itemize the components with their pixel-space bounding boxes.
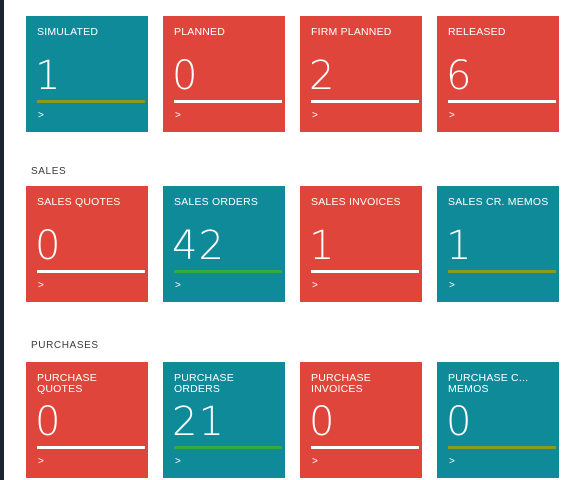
tile-count: 0 xyxy=(35,223,62,269)
tile-count: 0 xyxy=(172,53,199,99)
tile-sales-cr-memos[interactable]: SALES CR. MEMOS 1 > xyxy=(437,186,559,302)
tile-planned[interactable]: PLANNED 0 > xyxy=(163,16,285,132)
tile-label: PURCHASE QUOTES xyxy=(37,372,97,395)
tile-purchase-quotes[interactable]: PURCHASE QUOTES 0 > xyxy=(26,362,148,478)
tile-purchase-cr-memos[interactable]: PURCHASE C... MEMOS 0 > xyxy=(437,362,559,478)
drilldown-arrow-icon[interactable]: > xyxy=(449,281,455,291)
tile-count: 21 xyxy=(172,399,225,445)
tile-indicator-bar xyxy=(174,100,282,103)
tile-label: FIRM PLANNED xyxy=(311,26,392,38)
tile-indicator-bar xyxy=(448,100,556,103)
tile-label: SIMULATED xyxy=(37,26,99,38)
cue-panel: SIMULATED 1 > PLANNED 0 > FIRM PLANNED 2… xyxy=(4,0,568,480)
drilldown-arrow-icon[interactable]: > xyxy=(175,457,181,467)
tile-indicator-bar xyxy=(448,446,556,449)
tile-indicator-bar xyxy=(311,446,419,449)
tile-simulated[interactable]: SIMULATED 1 > xyxy=(26,16,148,132)
tile-purchase-orders[interactable]: PURCHASE ORDERS 21 > xyxy=(163,362,285,478)
tile-sales-invoices[interactable]: SALES INVOICES 1 > xyxy=(300,186,422,302)
drilldown-arrow-icon[interactable]: > xyxy=(38,457,44,467)
drilldown-arrow-icon[interactable]: > xyxy=(175,281,181,291)
drilldown-arrow-icon[interactable]: > xyxy=(38,281,44,291)
tile-released[interactable]: RELEASED 6 > xyxy=(437,16,559,132)
tile-count: 0 xyxy=(35,399,62,445)
tile-indicator-bar xyxy=(311,100,419,103)
tile-label: PURCHASE C... MEMOS xyxy=(448,372,529,395)
tile-indicator-bar xyxy=(37,270,145,273)
tile-purchase-invoices[interactable]: PURCHASE INVOICES 0 > xyxy=(300,362,422,478)
group-title-purchases: PURCHASES xyxy=(31,340,99,351)
tile-sales-quotes[interactable]: SALES QUOTES 0 > xyxy=(26,186,148,302)
tile-label: SALES QUOTES xyxy=(37,196,121,208)
tile-indicator-bar xyxy=(37,100,145,103)
tile-label: PURCHASE INVOICES xyxy=(311,372,371,395)
tile-count: 6 xyxy=(446,53,473,99)
tile-label: PURCHASE ORDERS xyxy=(174,372,234,395)
drilldown-arrow-icon[interactable]: > xyxy=(449,457,455,467)
tile-count: 2 xyxy=(309,53,336,99)
tile-count: 0 xyxy=(309,399,336,445)
tile-count: 1 xyxy=(35,53,62,99)
tile-indicator-bar xyxy=(174,270,282,273)
drilldown-arrow-icon[interactable]: > xyxy=(312,111,318,121)
drilldown-arrow-icon[interactable]: > xyxy=(175,111,181,121)
drilldown-arrow-icon[interactable]: > xyxy=(449,111,455,121)
tile-indicator-bar xyxy=(37,446,145,449)
tile-count: 1 xyxy=(446,223,473,269)
tile-indicator-bar xyxy=(448,270,556,273)
tile-label: SALES ORDERS xyxy=(174,196,259,208)
tile-label: RELEASED xyxy=(448,26,506,38)
tile-count: 1 xyxy=(309,223,336,269)
tile-firm-planned[interactable]: FIRM PLANNED 2 > xyxy=(300,16,422,132)
tile-count: 42 xyxy=(172,223,225,269)
tile-count: 0 xyxy=(446,399,473,445)
tile-label: PLANNED xyxy=(174,26,225,38)
group-title-sales: SALES xyxy=(31,166,67,177)
tile-label: SALES CR. MEMOS xyxy=(448,196,549,208)
drilldown-arrow-icon[interactable]: > xyxy=(312,281,318,291)
drilldown-arrow-icon[interactable]: > xyxy=(312,457,318,467)
drilldown-arrow-icon[interactable]: > xyxy=(38,111,44,121)
tile-indicator-bar xyxy=(174,446,282,449)
tile-sales-orders[interactable]: SALES ORDERS 42 > xyxy=(163,186,285,302)
tile-label: SALES INVOICES xyxy=(311,196,401,208)
tile-indicator-bar xyxy=(311,270,419,273)
